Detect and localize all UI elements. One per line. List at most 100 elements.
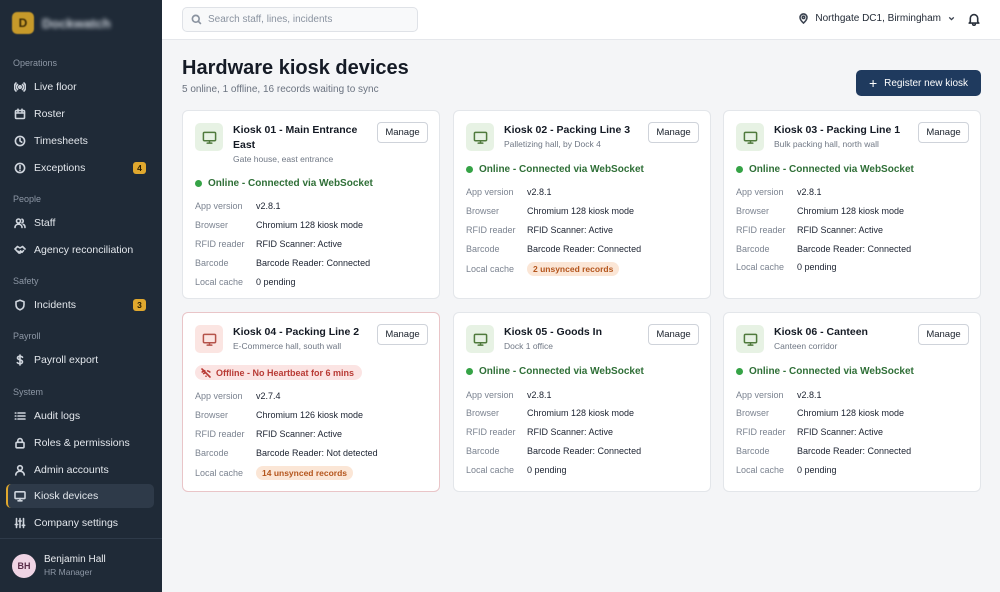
field-value: RFID Scanner: Active [527,225,614,235]
app-version-row: App version v2.8.1 [736,187,822,197]
kiosk-location: Dock 1 office [504,341,553,351]
sidebar-item-timesheets[interactable]: Timesheets [6,129,154,153]
sidebar-item-label: Staff [34,217,56,229]
sliders-icon [13,517,26,530]
kiosk-name: Kiosk 04 - Packing Line 2 [233,326,360,338]
user-icon [13,464,26,477]
app-version-row: App version v2.8.1 [195,201,281,211]
kiosk-location: Palletizing hall, by Dock 4 [504,139,601,149]
field-value: Barcode Reader: Not detected [256,448,378,458]
field-label: Barcode [736,244,770,254]
brand[interactable]: D Dockwatch [12,12,111,34]
wifi-off-icon [201,367,211,378]
sidebar-item-roles-permissions[interactable]: Roles & permissions [6,431,154,455]
kiosk-name: Kiosk 02 - Packing Line 3 [504,124,631,136]
browser-row: Browser Chromium 128 kiosk mode [466,408,634,418]
local-cache-row: Local cache 0 pending [466,465,567,475]
sidebar-item-kiosk-devices[interactable]: Kiosk devices [6,484,154,508]
field-label: App version [466,187,514,197]
browser-row: Browser Chromium 128 kiosk mode [736,206,904,216]
field-label: RFID reader [736,427,786,437]
user-role: HR Manager [44,567,93,577]
field-value: RFID Scanner: Active [797,225,884,235]
manage-button[interactable]: Manage [918,324,969,345]
sidebar-item-audit-logs[interactable]: Audit logs [6,404,154,428]
clock-icon [13,135,26,148]
sidebar-item-company-settings[interactable]: Company settings [6,511,154,535]
field-label: RFID reader [736,225,786,235]
field-value: v2.8.1 [527,390,552,400]
live-signal-icon [13,81,26,94]
sidebar-item-agency-reconciliation[interactable]: Agency reconciliation [6,238,154,262]
manage-button[interactable]: Manage [918,122,969,143]
field-value: 0 pending [797,262,837,272]
status-badge: Online - Connected via WebSocket [736,366,914,377]
incidents-count-badge: 3 [133,299,146,311]
field-label: Local cache [736,465,785,475]
status-badge: Online - Connected via WebSocket [736,164,914,175]
sidebar-item-incidents[interactable]: Incidents 3 [6,293,154,317]
browser-row: Browser Chromium 128 kiosk mode [466,206,634,216]
nav-section-payroll: Payroll [13,331,41,341]
sidebar-item-label: Admin accounts [34,464,109,476]
nav-section-operations: Operations [13,58,58,68]
field-value: Barcode Reader: Connected [256,258,371,268]
bell-icon [968,13,980,27]
sidebar-item-staff[interactable]: Staff [6,211,154,235]
field-label: Local cache [195,468,244,478]
manage-button[interactable]: Manage [377,324,428,345]
user-profile[interactable]: BH Benjamin Hall HR Manager [0,538,162,592]
kiosk-card: Kiosk 01 - Main Entrance East Gate house… [182,110,440,299]
status-badge: Online - Connected via WebSocket [195,178,373,189]
field-value: RFID Scanner: Active [256,429,343,439]
search-input[interactable] [208,14,408,25]
sidebar-item-exceptions[interactable]: Exceptions 4 [6,156,154,180]
field-value: RFID Scanner: Active [256,239,343,249]
notifications-button[interactable] [967,12,981,27]
status-text: Online - Connected via WebSocket [749,366,914,377]
field-value: Barcode Reader: Connected [527,446,642,456]
online-dot-icon [466,166,473,173]
status-text: Online - Connected via WebSocket [749,164,914,175]
field-label: Barcode [466,446,500,456]
monitor-icon [13,490,26,503]
sidebar-item-payroll-export[interactable]: Payroll export [6,348,154,372]
app-version-row: App version v2.8.1 [466,187,552,197]
sidebar-item-label: Roster [34,108,65,120]
field-label: App version [736,187,784,197]
local-cache-row: Local cache 0 pending [736,262,837,272]
nav-section-system: System [13,387,44,397]
local-cache-row: Local cache 14 unsynced records [195,466,354,480]
online-dot-icon [736,368,743,375]
user-name: Benjamin Hall [44,554,106,565]
barcode-row: Barcode Barcode Reader: Connected [466,446,641,456]
field-label: RFID reader [466,225,516,235]
local-cache-row: Local cache 0 pending [736,465,837,475]
register-kiosk-button[interactable]: + Register new kiosk [856,70,981,96]
status-badge: Online - Connected via WebSocket [466,164,644,175]
manage-button[interactable]: Manage [648,122,699,143]
field-label: App version [195,201,243,211]
search-box[interactable] [182,7,418,32]
field-value: v2.8.1 [797,390,822,400]
rfid-row: RFID reader RFID Scanner: Active [736,427,883,437]
manage-button[interactable]: Manage [648,324,699,345]
sidebar-item-admin-accounts[interactable]: Admin accounts [6,458,154,482]
sidebar-item-label: Incidents [34,299,77,311]
sidebar-item-roster[interactable]: Roster [6,102,154,126]
kiosk-location: E-Commerce hall, south wall [233,341,342,351]
sidebar-item-label: Agency reconciliation [34,244,134,256]
app-version-row: App version v2.8.1 [736,390,822,400]
rfid-row: RFID reader RFID Scanner: Active [195,239,342,249]
kiosk-name: Kiosk 01 - Main Entrance East [233,124,358,151]
sidebar-item-live-floor[interactable]: Live floor [6,75,154,99]
manage-button[interactable]: Manage [377,122,428,143]
sidebar-item-label: Kiosk devices [34,490,99,502]
rfid-row: RFID reader RFID Scanner: Active [195,429,342,439]
field-label: Browser [466,206,500,216]
monitor-icon [466,325,494,353]
kiosk-name: Kiosk 06 - Canteen [774,326,868,338]
status-text: Offline - No Heartbeat for 6 mins [216,367,355,378]
field-label: App version [736,390,784,400]
location-selector[interactable]: Northgate DC1, Birmingham [798,13,956,24]
